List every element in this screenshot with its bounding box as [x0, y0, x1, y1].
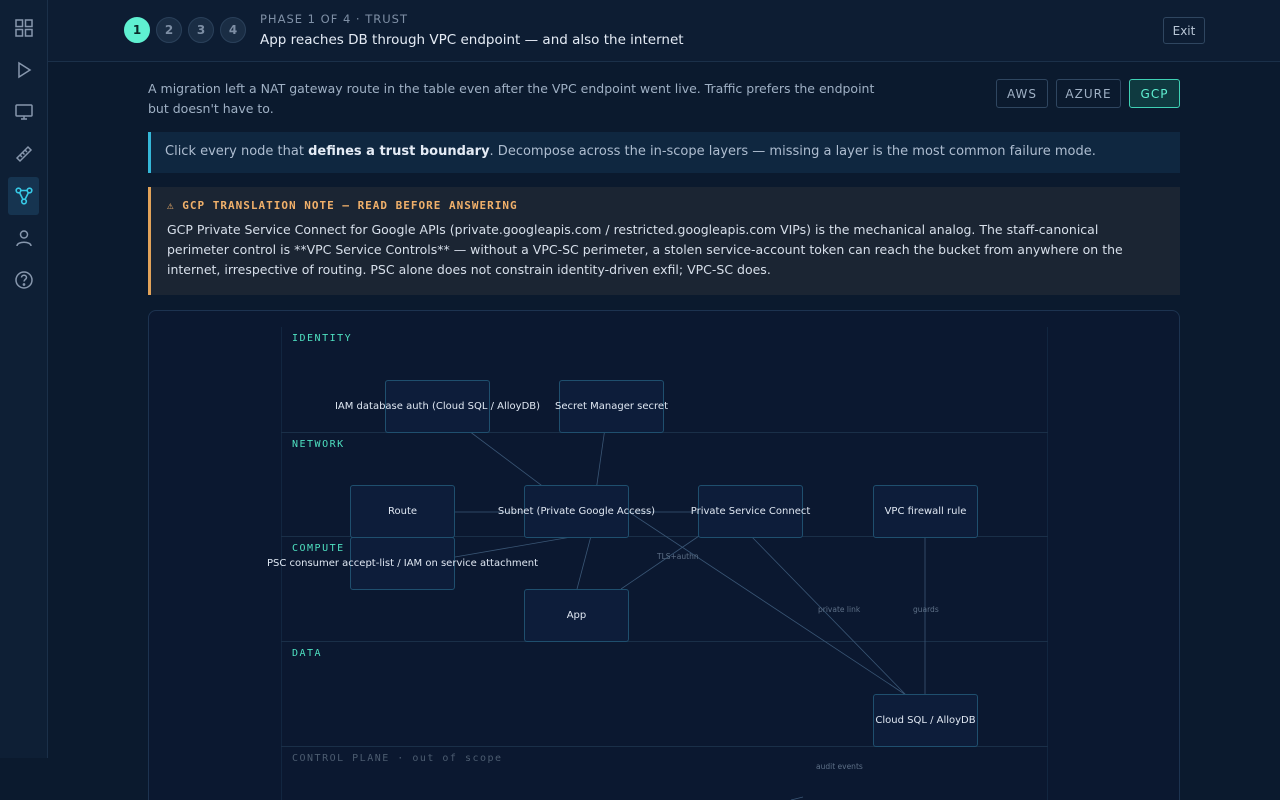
exit-button[interactable]: Exit	[1163, 17, 1205, 44]
page-title: App reaches DB through VPC endpoint — an…	[260, 32, 684, 48]
rail-monitor-button[interactable]	[8, 93, 39, 131]
edge-subnet-app	[576, 535, 592, 590]
instruction-banner: Click every node that defines a trust bo…	[148, 132, 1180, 173]
graph-icon	[14, 187, 33, 205]
node-route[interactable]: Route	[350, 485, 455, 538]
rail-profile-button[interactable]	[8, 219, 39, 257]
edge-subnet-consumer	[454, 535, 578, 558]
translation-note: ⚠ GCP TRANSLATION NOTE — READ BEFORE ANS…	[148, 187, 1180, 295]
instruction-suffix: . Decompose across the in-scope layers —…	[489, 144, 1096, 159]
cloud-azure-button[interactable]: AZURE	[1056, 79, 1121, 108]
top-header: 1 2 3 4 PHASE 1 OF 4 · TRUST App reaches…	[48, 0, 1280, 62]
node-private-service-connect[interactable]: Private Service Connect	[691, 485, 810, 538]
grid-icon	[14, 19, 33, 37]
node-cloud-sql[interactable]: Cloud SQL / AlloyDB	[873, 694, 978, 747]
node-vpc-firewall-rule[interactable]: VPC firewall rule	[873, 485, 978, 538]
trust-diagram: IDENTITY NETWORK COMPUTE DATA CONTROL PL…	[267, 327, 1048, 800]
play-icon	[17, 61, 31, 79]
node-secret-manager[interactable]: Secret Manager secret	[555, 380, 668, 433]
instruction-emphasis: defines a trust boundary	[308, 144, 490, 159]
node-psc-consumer-accept-list[interactable]: PSC consumer accept-list / IAM on servic…	[267, 537, 538, 590]
phase-label: PHASE 1 OF 4 · TRUST	[260, 12, 409, 26]
cloud-aws-button[interactable]: AWS	[996, 79, 1048, 108]
step-1[interactable]: 1	[124, 17, 150, 43]
edge-label-guards: guards	[913, 605, 939, 614]
note-body: GCP Private Service Connect for Google A…	[167, 222, 1123, 277]
edge-psc-app	[620, 535, 700, 590]
step-4[interactable]: 4	[220, 17, 246, 43]
step-2[interactable]: 2	[156, 17, 182, 43]
node-subnet[interactable]: Subnet (Private Google Access)	[498, 485, 655, 538]
rail-help-button[interactable]	[8, 261, 39, 299]
instruction-prefix: Click every node that	[165, 144, 309, 159]
left-rail	[0, 0, 48, 758]
node-iam-db-auth[interactable]: IAM database auth (Cloud SQL / AlloyDB)	[335, 380, 540, 433]
ruler-icon	[15, 145, 32, 163]
edge-subnet-db	[628, 511, 907, 696]
note-title: ⚠ GCP TRANSLATION NOTE — READ BEFORE ANS…	[167, 199, 518, 212]
rail-graph-button[interactable]	[8, 177, 39, 215]
cloud-gcp-button[interactable]: GCP	[1129, 79, 1180, 108]
edge-label-audit: audit events	[816, 762, 863, 771]
edge-psc-db	[750, 535, 907, 696]
node-app[interactable]: App	[524, 589, 629, 642]
edge-label-private-link: private link	[818, 605, 861, 614]
user-icon	[15, 230, 32, 247]
rail-dashboard-button[interactable]	[8, 9, 39, 47]
help-icon	[14, 271, 33, 289]
rail-run-button[interactable]	[8, 51, 39, 89]
scenario-description: A migration left a NAT gateway route in …	[148, 81, 875, 116]
step-3[interactable]: 3	[188, 17, 214, 43]
monitor-icon	[14, 104, 33, 120]
edge-label-tls: TLS+authn	[657, 552, 699, 561]
rail-tools-button[interactable]	[8, 135, 39, 173]
